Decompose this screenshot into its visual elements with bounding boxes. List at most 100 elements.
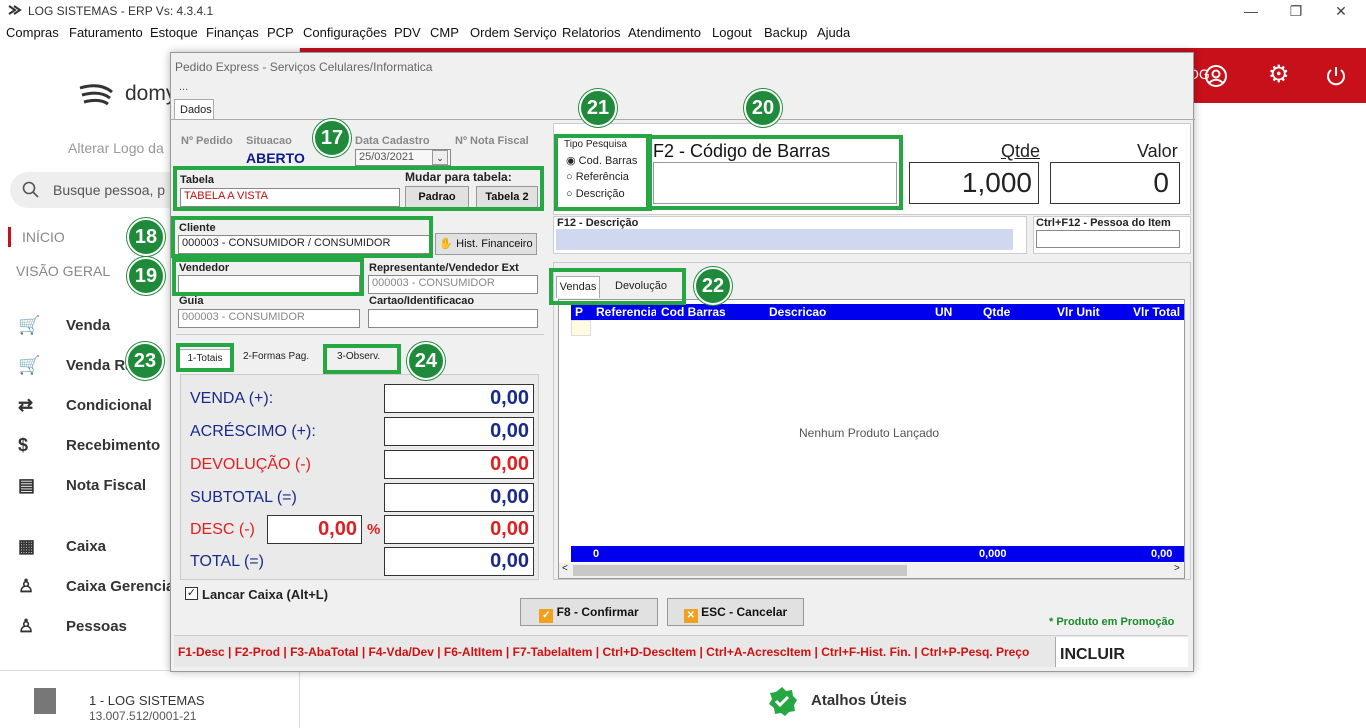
desc-label: DESC (-) (190, 521, 255, 538)
nav-inicio[interactable]: INÍCIO (22, 229, 65, 245)
tab-observ[interactable]: 3-Observ. (337, 351, 380, 362)
guia-field[interactable]: 000003 - CONSUMIDOR (178, 309, 360, 328)
subtotal-value: 0,00 (384, 483, 534, 512)
handshake-icon: ✋ (439, 238, 454, 250)
alter-logo-link[interactable]: Alterar Logo da (68, 140, 164, 156)
col-qtde[interactable]: Qtde (983, 304, 1010, 320)
minimize-button[interactable]: — (1236, 1, 1266, 21)
check-icon: ✓ (539, 609, 554, 623)
gear-icon[interactable]: ⚙ (1268, 60, 1290, 89)
barcode-input[interactable] (653, 162, 897, 204)
user-icon[interactable] (1204, 64, 1228, 88)
menu-pdv[interactable]: PDV (394, 25, 421, 40)
tabela-field[interactable]: TABELA A VISTA (180, 188, 400, 207)
tab-dados[interactable]: Dados (174, 99, 214, 119)
padrao-button[interactable]: Padrao (405, 186, 469, 208)
restore-button[interactable]: ❐ (1281, 1, 1311, 21)
footer-count: 0 (593, 548, 600, 560)
grid-footer: 0 0,000 0,00 (571, 546, 1184, 562)
col-descricao[interactable]: Descricao (769, 304, 826, 320)
grid-indicator-cell (571, 320, 591, 336)
tab-devolucao[interactable]: Devolução (606, 276, 676, 298)
menu-faturamento[interactable]: Faturamento (69, 25, 143, 40)
shortcuts-text: F1-Desc | F2-Prod | F3-AbaTotal | F4-Vda… (178, 645, 1030, 659)
menu-relatorios[interactable]: Relatorios (562, 25, 621, 40)
col-un[interactable]: UN (935, 304, 952, 320)
badge-22: 22 (694, 267, 732, 305)
menu-backup[interactable]: Backup (764, 25, 807, 40)
grid-empty-message: Nenhum Produto Lançado (799, 426, 940, 440)
mode-indicator: INCLUIR (1055, 637, 1188, 667)
products-grid[interactable]: P Referencia Cod Barras Descricao UN Qtd… (558, 299, 1185, 579)
tab-vendas[interactable]: Vendas (556, 276, 600, 298)
menu-ajuda[interactable]: Ajuda (817, 25, 850, 40)
col-p[interactable]: P (575, 304, 583, 320)
badge-21: 21 (579, 89, 617, 127)
menu-ordem-servico[interactable]: Ordem Serviço (470, 25, 557, 40)
cart-icon: 🛒 (18, 355, 41, 375)
lancar-caixa-checkbox[interactable]: ✓ (185, 587, 198, 600)
confirmar-button[interactable]: ✓ F8 - Confirmar (520, 598, 658, 626)
menu-pcp[interactable]: PCP (267, 25, 294, 40)
representante-field[interactable]: 000003 - CONSUMIDOR (368, 275, 538, 294)
badge-18: 18 (127, 218, 165, 256)
section-divider (176, 334, 544, 335)
brand-logo-icon (79, 84, 113, 106)
pessoa-item-label: Ctrl+F12 - Pessoa do Item (1036, 217, 1171, 229)
tab-formas-pag[interactable]: 2-Formas Pag. (243, 351, 309, 362)
vendedor-field[interactable] (178, 275, 360, 294)
tabela2-button[interactable]: Tabela 2 (476, 186, 538, 208)
menu-logout[interactable]: Logout (712, 25, 752, 40)
col-cod-barras[interactable]: Cod Barras (661, 304, 726, 320)
descricao-field[interactable] (556, 229, 1013, 250)
scroll-left-icon[interactable]: < (562, 563, 568, 574)
menu-atendimento[interactable]: Atendimento (628, 25, 701, 40)
menu-compras[interactable]: Compras (6, 25, 59, 40)
app-logo-icon (8, 5, 22, 15)
desc-value: 0,00 (384, 515, 534, 544)
data-cadastro-label: Data Cadastro (355, 135, 430, 147)
scroll-thumb[interactable] (573, 565, 907, 576)
acrescimo-value: 0,00 (384, 417, 534, 446)
cart-exchange-icon: ⇄ (18, 395, 34, 415)
power-icon[interactable] (1324, 64, 1348, 88)
col-referencia[interactable]: Referencia (596, 304, 656, 320)
horizontal-scrollbar[interactable]: < > (559, 563, 1184, 578)
mudar-tabela-label: Mudar para tabela: (405, 170, 512, 184)
menu-configuracoes[interactable]: Configurações (303, 25, 387, 40)
pessoa-item-field[interactable] (1036, 230, 1180, 248)
menu-financas[interactable]: Finanças (206, 25, 259, 40)
menu-cmp[interactable]: CMP (430, 25, 459, 40)
representante-label: Representante/Vendedor Ext (369, 262, 519, 274)
cartao-field[interactable] (368, 309, 538, 328)
badge-19: 19 (127, 257, 165, 295)
menu-estoque[interactable]: Estoque (150, 25, 198, 40)
menu-bar: Compras Faturamento Estoque Finanças PCP… (0, 22, 1366, 42)
desc-percent-field[interactable]: 0,00 (267, 515, 362, 544)
close-button[interactable]: ✕ (1326, 1, 1356, 21)
nav-visao-geral[interactable]: VISÃO GERAL (16, 263, 110, 279)
radio-descricao[interactable]: ○ Descrição (566, 188, 625, 200)
hist-financeiro-button[interactable]: ✋ Hist. Financeiro (435, 233, 537, 255)
qtde-input[interactable]: 1,000 (909, 162, 1039, 204)
footer-qtde: 0,000 (979, 548, 1007, 560)
atalhos-uteis-label[interactable]: Atalhos Úteis (811, 692, 907, 709)
window-title: LOG SISTEMAS - ERP Vs: 4.3.4.1 (28, 4, 214, 18)
tab-totais[interactable]: 1-Totais (179, 349, 231, 369)
col-vlr-unit[interactable]: Vlr Unit (1057, 304, 1100, 320)
venda-label: VENDA (+): (190, 390, 274, 407)
shortcut-bar: F1-Desc | F2-Prod | F3-AbaTotal | F4-Vda… (174, 635, 1188, 667)
radio-cod-barras[interactable]: ◉ Cod. Barras (566, 154, 637, 167)
grid-header: P Referencia Cod Barras Descricao UN Qtd… (571, 304, 1184, 320)
cliente-field[interactable]: 000003 - CONSUMIDOR / CONSUMIDOR (178, 235, 430, 254)
col-vlr-total[interactable]: Vlr Total (1133, 304, 1180, 320)
valor-input[interactable]: 0 (1050, 162, 1180, 204)
devolucao-label: DEVOLUÇÃO (-) (190, 456, 311, 473)
total-value: 0,00 (384, 547, 534, 576)
date-dropdown-icon[interactable]: ⌄ (432, 150, 448, 165)
radio-referencia[interactable]: ○ Referência (566, 171, 629, 183)
badge-24: 24 (407, 342, 445, 380)
cancelar-button[interactable]: ✕ ESC - Cancelar (667, 598, 804, 626)
dialog-title: Pedido Express - Serviços Celulares/Info… (175, 60, 433, 74)
scroll-right-icon[interactable]: > (1174, 563, 1180, 574)
